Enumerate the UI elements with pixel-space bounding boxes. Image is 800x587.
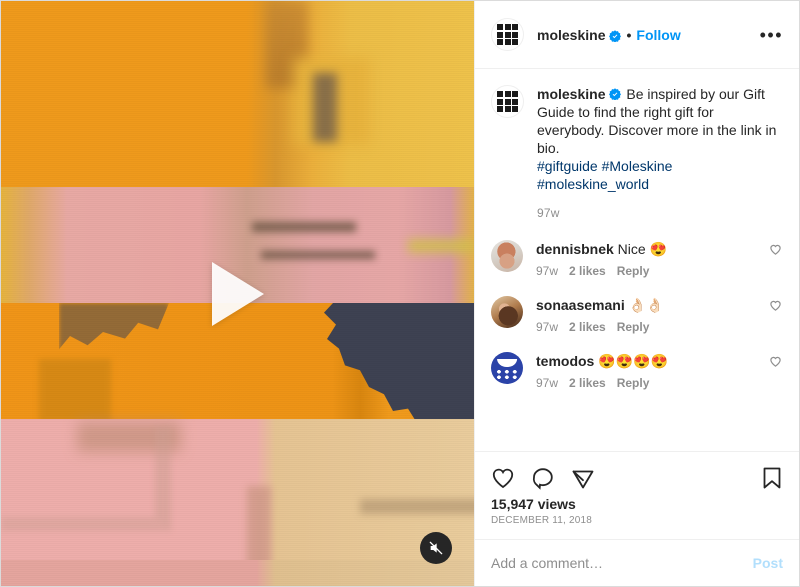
post-sidebar: moleskine • Follow ••• moleskine Be insp… <box>474 1 799 586</box>
comment-body: sonaasemani 👌🏻👌🏻 97w 2 likes Reply <box>536 296 761 334</box>
verified-badge-icon <box>609 29 622 42</box>
post-comment-button[interactable]: Post <box>753 555 783 571</box>
post-header: moleskine • Follow ••• <box>475 1 799 69</box>
caption-avatar[interactable] <box>491 85 524 118</box>
comment-text-row: dennisbnek Nice 😍 <box>536 240 761 258</box>
speech-bubble-icon[interactable] <box>531 466 555 490</box>
dennisbnek-avatar[interactable] <box>491 240 523 272</box>
caption-username[interactable]: moleskine <box>537 86 605 102</box>
bookmark-outline-icon[interactable] <box>761 466 783 490</box>
play-triangle-icon[interactable] <box>211 261 264 326</box>
sonaasemani-avatar[interactable] <box>491 296 523 328</box>
comment-body: dennisbnek Nice 😍 97w 2 likes Reply <box>536 240 761 278</box>
caption-timestamp: 97w <box>537 206 560 220</box>
comment-timestamp: 97w <box>536 264 559 278</box>
comment-text: Nice 😍 <box>613 241 668 257</box>
paper-plane-icon[interactable] <box>571 466 595 490</box>
comment-username[interactable]: sonaasemani <box>536 297 625 313</box>
comments-scroll-area[interactable]: moleskine Be inspired by our Gift Guide … <box>475 69 799 451</box>
comment-timestamp: 97w <box>536 376 559 390</box>
add-comment-input[interactable] <box>491 555 753 571</box>
more-options-button[interactable]: ••• <box>760 26 783 44</box>
caption-verified-badge-icon <box>609 86 622 101</box>
mute-speaker-icon[interactable] <box>420 532 452 564</box>
comment-timestamp: 97w <box>536 320 559 334</box>
temodos-avatar[interactable] <box>491 352 523 384</box>
media-bottom-strip <box>1 560 474 586</box>
moleskine-logo-icon[interactable] <box>491 18 524 51</box>
post-date: DECEMBER 11, 2018 <box>491 515 593 526</box>
media-band-top <box>1 1 474 191</box>
comment-username[interactable]: dennisbnek <box>536 241 614 257</box>
post-media-video[interactable] <box>1 1 474 586</box>
caption-block: moleskine Be inspired by our Gift Guide … <box>491 85 783 222</box>
comment-text-row: temodos 😍😍😍😍 <box>536 352 761 370</box>
comment-likes[interactable]: 2 likes <box>569 376 606 390</box>
media-letter-stroke <box>39 359 111 423</box>
caption-hashtags[interactable]: #giftguide #Moleskine #moleskine_world <box>537 157 783 193</box>
follow-button[interactable]: Follow <box>636 27 680 43</box>
comment-likes[interactable]: 2 likes <box>569 264 606 278</box>
comment-item: dennisbnek Nice 😍 97w 2 likes Reply <box>491 240 783 278</box>
add-comment-bar: Post <box>475 539 799 586</box>
comment-username[interactable]: temodos <box>536 353 594 369</box>
header-username[interactable]: moleskine <box>537 27 605 43</box>
instagram-post: moleskine • Follow ••• moleskine Be insp… <box>0 0 800 587</box>
heart-outline-icon[interactable] <box>769 243 783 261</box>
header-username-row: moleskine • Follow <box>537 27 681 43</box>
post-actions: 15,947 views DECEMBER 11, 2018 <box>475 451 799 539</box>
comment-reply-button[interactable]: Reply <box>617 264 650 278</box>
comment-item: temodos 😍😍😍😍 97w 2 likes Reply <box>491 352 783 390</box>
heart-outline-icon[interactable] <box>769 355 783 373</box>
comment-item: sonaasemani 👌🏻👌🏻 97w 2 likes Reply <box>491 296 783 334</box>
heart-outline-icon[interactable] <box>491 466 515 490</box>
comment-text-row: sonaasemani 👌🏻👌🏻 <box>536 296 761 314</box>
comment-reply-button[interactable]: Reply <box>617 320 650 334</box>
comment-meta: 97w 2 likes Reply <box>536 376 761 390</box>
comment-body: temodos 😍😍😍😍 97w 2 likes Reply <box>536 352 761 390</box>
comment-meta: 97w 2 likes Reply <box>536 264 761 278</box>
comment-likes[interactable]: 2 likes <box>569 320 606 334</box>
header-separator: • <box>626 26 632 43</box>
view-count: 15,947 views <box>491 496 576 512</box>
comment-text: 👌🏻👌🏻 <box>624 297 664 313</box>
comment-text: 😍😍😍😍 <box>594 353 668 369</box>
comment-meta: 97w 2 likes Reply <box>536 320 761 334</box>
comment-reply-button[interactable]: Reply <box>617 376 650 390</box>
heart-outline-icon[interactable] <box>769 299 783 317</box>
action-icon-row <box>491 458 783 494</box>
caption-body: moleskine Be inspired by our Gift Guide … <box>537 85 783 222</box>
